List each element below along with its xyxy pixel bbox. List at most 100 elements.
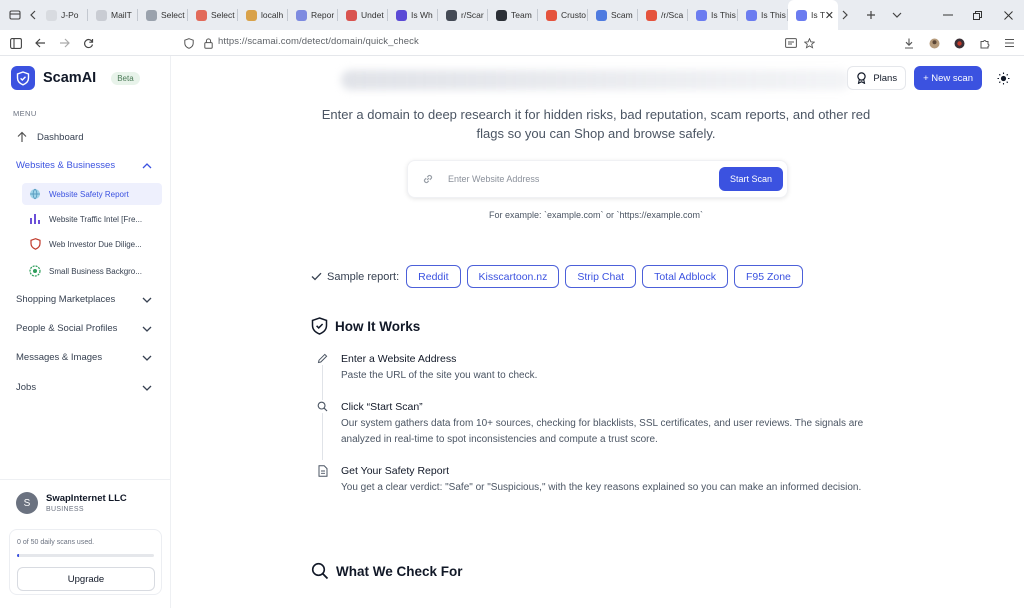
sample-chip-reddit[interactable]: Reddit	[406, 265, 461, 288]
browser-tab[interactable]: Undet	[338, 0, 388, 30]
sidebar-section-messages[interactable]: Messages & Images	[16, 352, 152, 363]
tab-label: MailT	[111, 10, 132, 20]
tab-list-dropdown-icon[interactable]	[884, 0, 910, 30]
tab-label: Undet	[361, 10, 384, 20]
usage-progress-fill	[17, 554, 20, 557]
sidebar-section-people[interactable]: People & Social Profiles	[16, 323, 152, 334]
sidebar-divider	[0, 479, 171, 480]
browser-tab[interactable]: localh	[238, 0, 288, 30]
tab-favicon-icon	[96, 9, 107, 21]
upgrade-button[interactable]: Upgrade	[17, 567, 155, 591]
page-title-blurred	[341, 70, 851, 90]
sample-chip-total-adblock[interactable]: Total Adblock	[642, 265, 728, 288]
tab-label: Crusto	[561, 10, 587, 20]
sidebar-item-website-safety-report[interactable]: Website Safety Report	[22, 183, 162, 205]
tab-label: J-Po	[61, 10, 79, 20]
browser-tab[interactable]: Is This	[738, 0, 788, 30]
lock-icon[interactable]	[199, 34, 217, 52]
sample-report-label: Sample report:	[311, 271, 399, 283]
sample-chip-kisscartoon[interactable]: Kisscartoon.nz	[466, 265, 560, 288]
browser-tab[interactable]: r/Scar	[438, 0, 488, 30]
sidebar-toggle-icon[interactable]	[7, 34, 25, 52]
sidebar-section-shopping[interactable]: Shopping Marketplaces	[16, 294, 152, 305]
profile-icon[interactable]	[950, 34, 968, 52]
extension-avatar-icon[interactable]	[925, 34, 943, 52]
main-content: Plans + New scan Enter a domain to deep …	[171, 56, 1024, 608]
tab-label: /r/Sca	[661, 10, 684, 20]
browser-tab[interactable]: Crusto	[538, 0, 588, 30]
tab-favicon-icon	[346, 9, 357, 21]
tab-list: J-Po MailT Select Select localh Repor Undet Is …	[38, 0, 838, 30]
sidebar-item-web-investor-due-diligence[interactable]: Web Investor Due Dilige...	[22, 233, 162, 255]
user-name: SwapInternet LLC	[46, 493, 127, 504]
browser-tab[interactable]: Select	[138, 0, 188, 30]
sample-chip-f95-zone[interactable]: F95 Zone	[733, 265, 803, 288]
sample-chip-strip-chat[interactable]: Strip Chat	[565, 265, 637, 288]
sidebar-item-website-traffic-intel[interactable]: Website Traffic Intel [Fre...	[22, 208, 162, 230]
theme-toggle-icon[interactable]	[992, 67, 1014, 89]
browser-tab[interactable]: J-Po	[38, 0, 88, 30]
browser-tab[interactable]: Repor	[288, 0, 338, 30]
close-window-icon[interactable]	[994, 0, 1022, 30]
checkmark-icon	[311, 272, 322, 281]
domain-search-card: Start Scan	[407, 160, 788, 198]
sidebar-item-label: Website Traffic Intel [Fre...	[49, 214, 143, 224]
tab-label: r/Scar	[461, 10, 484, 20]
bar-chart-icon	[29, 213, 41, 225]
tab-favicon-icon	[496, 9, 507, 21]
browser-tab[interactable]: Team	[488, 0, 538, 30]
browser-tab[interactable]: Select	[188, 0, 238, 30]
new-scan-button[interactable]: + New scan	[914, 66, 982, 90]
tab-scroll-right-icon[interactable]	[838, 0, 852, 30]
sidebar-section-jobs[interactable]: Jobs	[16, 382, 152, 393]
minimize-window-icon[interactable]	[934, 0, 962, 30]
reader-view-icon[interactable]	[782, 34, 800, 52]
tab-actions-icon[interactable]	[2, 0, 28, 30]
browser-tab[interactable]: Is This	[688, 0, 738, 30]
brand[interactable]: ScamAI Beta	[11, 66, 140, 90]
close-tab-icon[interactable]: ✕	[825, 9, 834, 22]
header-actions: Plans + New scan	[847, 66, 1024, 90]
browser-tab[interactable]: /r/Sca	[638, 0, 688, 30]
browser-tab[interactable]: MailT	[88, 0, 138, 30]
tab-favicon-icon	[596, 9, 607, 21]
link-icon	[423, 174, 433, 184]
browser-tab[interactable]: Is Wh	[388, 0, 438, 30]
avatar: S	[16, 492, 38, 514]
example-hint: For example: `example.com` or `https://e…	[488, 210, 704, 220]
browser-tab[interactable]: Scam	[588, 0, 638, 30]
menu-label: MENU	[13, 109, 37, 118]
tab-favicon-icon	[446, 9, 457, 21]
extensions-puzzle-icon[interactable]	[976, 34, 994, 52]
start-scan-button[interactable]: Start Scan	[718, 167, 783, 191]
step-title: Enter a Website Address	[341, 353, 457, 365]
sidebar-item-small-business-background[interactable]: Small Business Backgro...	[22, 260, 162, 282]
tab-scroll-left-icon[interactable]	[28, 0, 38, 30]
sidebar-item-label: Web Investor Due Dilige...	[49, 239, 142, 249]
chevron-down-icon	[142, 385, 152, 391]
chevron-up-icon	[142, 162, 152, 168]
bookmark-star-icon[interactable]	[800, 34, 818, 52]
sidebar-section-websites[interactable]: Websites & Businesses	[16, 160, 152, 171]
new-tab-icon[interactable]	[858, 0, 884, 30]
site-shield-icon[interactable]	[180, 34, 198, 52]
downloads-icon[interactable]	[900, 34, 918, 52]
forward-icon[interactable]	[55, 34, 73, 52]
plans-label: Plans	[873, 72, 898, 84]
shield-icon	[29, 238, 41, 250]
beta-badge: Beta	[111, 71, 140, 85]
browser-menu-icon[interactable]	[1000, 34, 1018, 52]
address-bar-url[interactable]: https://scamai.com/detect/domain/quick_c…	[218, 36, 419, 47]
tab-favicon-icon	[796, 9, 807, 21]
tab-label: Is This	[711, 10, 736, 20]
plans-button[interactable]: Plans	[847, 66, 907, 90]
user-profile[interactable]: S SwapInternet LLC BUSINESS	[16, 492, 127, 514]
browser-tab-active[interactable]: Is T ✕	[788, 0, 838, 30]
step-title: Get Your Safety Report	[341, 465, 449, 477]
reload-icon[interactable]	[79, 34, 97, 52]
sidebar-item-dashboard[interactable]: Dashboard	[16, 131, 83, 143]
chevron-down-icon	[142, 297, 152, 303]
back-icon[interactable]	[31, 34, 49, 52]
website-address-input[interactable]	[448, 170, 708, 188]
restore-window-icon[interactable]	[963, 0, 991, 30]
